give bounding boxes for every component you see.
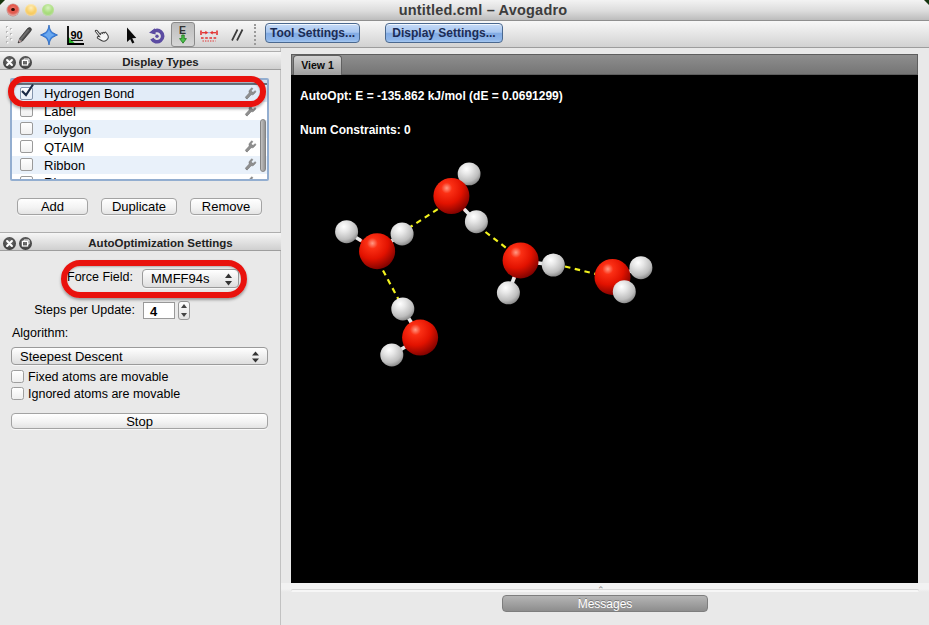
svg-text:90: 90 (71, 29, 83, 41)
svg-text:E: E (179, 24, 186, 36)
